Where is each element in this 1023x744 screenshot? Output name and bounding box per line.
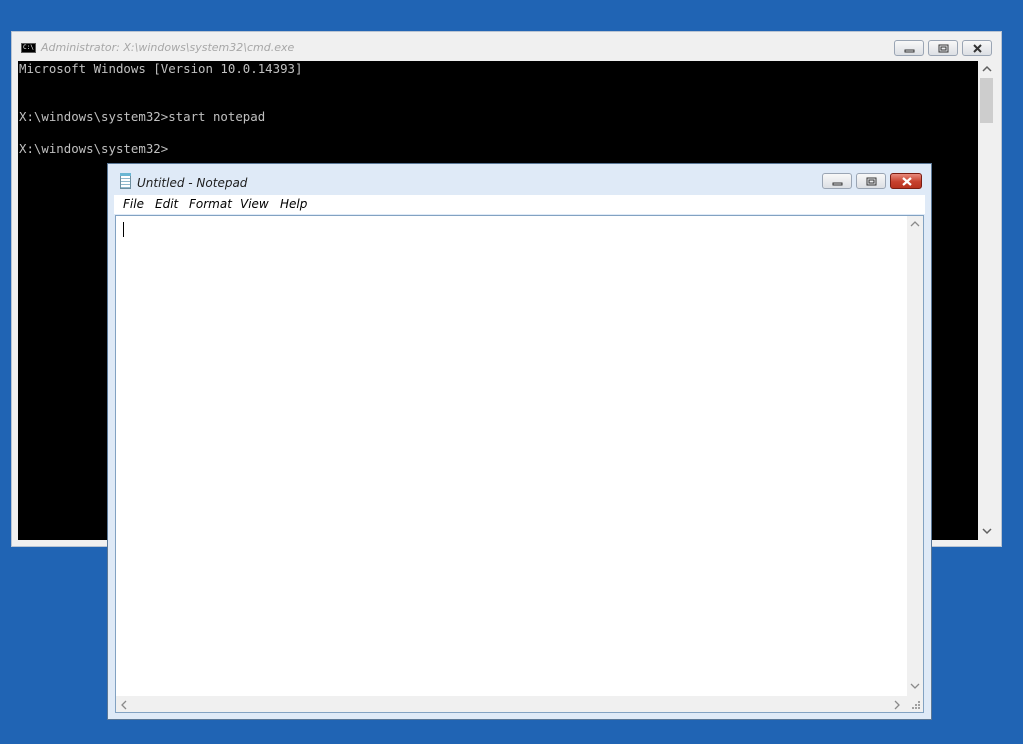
maximize-icon <box>938 44 949 53</box>
notepad-text-area[interactable] <box>115 215 924 713</box>
cmd-title: Administrator: X:\windows\system32\cmd.e… <box>41 41 295 54</box>
notepad-minimize-button[interactable] <box>822 173 852 189</box>
minimize-icon <box>832 182 843 186</box>
scroll-right-icon[interactable] <box>893 700 901 713</box>
cmd-scroll-thumb[interactable] <box>980 78 993 123</box>
scroll-left-icon[interactable] <box>120 700 128 713</box>
scroll-up-icon[interactable] <box>982 65 992 76</box>
close-icon <box>973 44 982 53</box>
scroll-down-icon[interactable] <box>910 682 920 693</box>
close-icon <box>902 177 912 186</box>
notepad-titlebar[interactable]: Untitled - Notepad <box>108 164 931 195</box>
console-line: Microsoft Windows [Version 10.0.14393] <box>19 61 303 76</box>
console-prompt: X:\windows\system32> <box>19 141 169 156</box>
maximize-icon <box>866 177 877 186</box>
cmd-minimize-button[interactable] <box>894 40 924 56</box>
cmd-maximize-button[interactable] <box>928 40 958 56</box>
notepad-icon[interactable] <box>120 173 131 189</box>
notepad-close-button[interactable] <box>890 173 922 189</box>
scroll-down-icon[interactable] <box>982 527 992 538</box>
cmd-titlebar[interactable]: C:\ Administrator: X:\windows\system32\c… <box>12 32 1001 61</box>
menu-format[interactable]: Format <box>189 197 232 211</box>
notepad-horizontal-scrollbar[interactable] <box>116 696 907 712</box>
menu-view[interactable]: View <box>240 197 269 211</box>
scroll-up-icon[interactable] <box>910 220 920 231</box>
console-icon[interactable]: C:\ <box>21 43 36 53</box>
resize-grip-icon[interactable] <box>907 696 923 712</box>
notepad-menubar: File Edit Format View Help <box>114 195 925 214</box>
console-line: X:\windows\system32>start notepad <box>19 109 266 124</box>
minimize-icon <box>904 49 915 53</box>
cmd-close-button[interactable] <box>962 40 992 56</box>
notepad-title: Untitled - Notepad <box>137 176 248 190</box>
notepad-maximize-button[interactable] <box>856 173 886 189</box>
menu-edit[interactable]: Edit <box>155 197 178 211</box>
text-caret <box>123 222 124 237</box>
notepad-vertical-scrollbar[interactable] <box>907 216 923 696</box>
notepad-window[interactable]: Untitled - Notepad File Edit Format View… <box>107 163 932 720</box>
menu-file[interactable]: File <box>123 197 144 211</box>
cmd-vertical-scrollbar[interactable] <box>978 61 996 540</box>
menu-help[interactable]: Help <box>280 197 307 211</box>
